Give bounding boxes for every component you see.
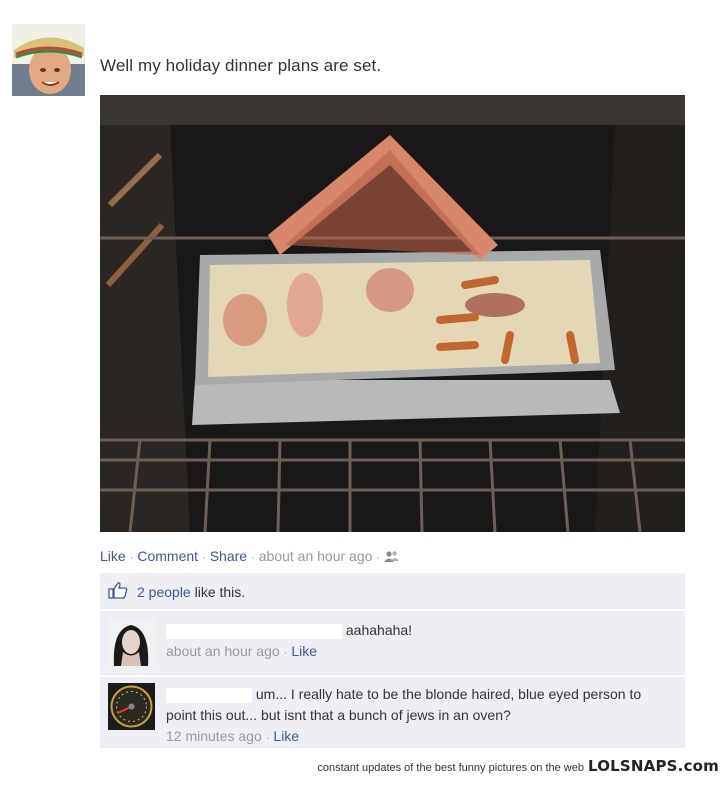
- comment-timestamp[interactable]: about an hour ago: [166, 643, 280, 659]
- likes-suffix: like this.: [194, 584, 246, 600]
- avatar-photo: [12, 24, 85, 96]
- redacted-name: [166, 687, 252, 703]
- comment-like-link[interactable]: Like: [273, 728, 299, 744]
- comment-link[interactable]: Comment: [137, 548, 198, 564]
- comments-section: 2 people like this. aahahaha! about an h…: [100, 573, 685, 748]
- like-link[interactable]: Like: [100, 548, 126, 564]
- footer-tagline: constant updates of the best funny pictu…: [317, 762, 584, 774]
- likes-summary: 2 people like this.: [100, 573, 685, 609]
- commenter-avatar[interactable]: [108, 619, 155, 666]
- separator-dot: ·: [129, 552, 134, 564]
- site-logo[interactable]: LOLSNAPS.com: [588, 757, 719, 775]
- friends-privacy-icon[interactable]: [384, 550, 400, 566]
- separator-dot: ·: [283, 647, 288, 659]
- comment-item: aahahaha! about an hour ago · Like: [100, 611, 685, 675]
- commenter-avatar[interactable]: [108, 683, 155, 730]
- comment-like-link[interactable]: Like: [291, 643, 317, 659]
- poster-avatar[interactable]: [12, 24, 85, 96]
- share-link[interactable]: Share: [210, 548, 247, 564]
- separator-dot: ·: [251, 552, 255, 564]
- redacted-name: [166, 623, 342, 639]
- separator-dot: ·: [265, 732, 270, 744]
- post-photo[interactable]: [100, 95, 685, 532]
- status-message: Well my holiday dinner plans are set.: [100, 56, 382, 75]
- comment-timestamp[interactable]: 12 minutes ago: [166, 728, 262, 744]
- post-actions: Like · Comment · Share · about an hour ago ·: [100, 548, 400, 566]
- oven-photo-image: [100, 95, 685, 532]
- comment-text: aahahaha!: [345, 622, 413, 638]
- comment-item: um... I really hate to be the blonde hai…: [100, 677, 685, 748]
- post-timestamp[interactable]: about an hour ago: [259, 548, 373, 564]
- separator-dot: ·: [202, 552, 206, 564]
- thumbs-up-icon: [108, 581, 128, 602]
- separator-dot: ·: [376, 552, 381, 564]
- likers-link[interactable]: 2 people: [137, 584, 191, 600]
- site-footer: constant updates of the best funny pictu…: [317, 757, 719, 775]
